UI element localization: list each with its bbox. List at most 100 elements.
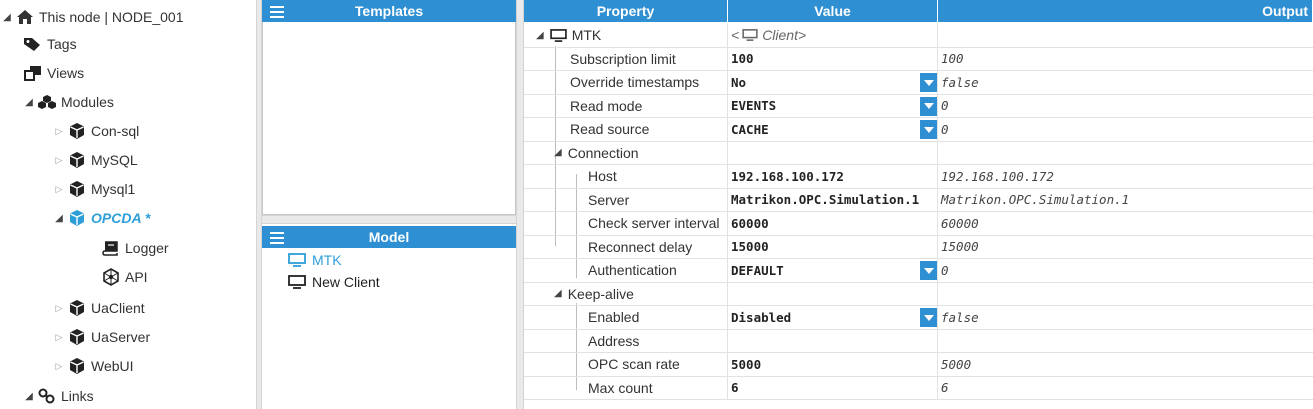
expand-arrow-icon[interactable]: ▷ — [52, 332, 66, 343]
grid-row-group[interactable]: ◢ Connection — [524, 141, 1313, 165]
grid-row[interactable]: Reconnect delay 15000 15000 — [524, 235, 1313, 259]
api-icon — [100, 268, 122, 286]
tree-item-label: Modules — [61, 94, 114, 110]
monitor-icon — [288, 275, 306, 289]
views-icon — [22, 64, 44, 82]
collapse-arrow-icon[interactable]: ◢ — [22, 391, 36, 402]
collapse-arrow-icon[interactable]: ◢ — [22, 97, 36, 108]
collapse-arrow-icon[interactable]: ◢ — [554, 288, 562, 299]
tree-item-tags[interactable]: Tags — [22, 32, 77, 56]
tree-item-module[interactable]: ▷ MySQL — [52, 148, 138, 172]
grid-row[interactable]: Override timestamps No false — [524, 71, 1313, 95]
grid-row-root[interactable]: ◢ MTK < Client > — [524, 24, 1313, 48]
cube-icon — [66, 328, 88, 346]
grid-row[interactable]: Subscription limit 100 100 — [524, 47, 1313, 71]
value-select[interactable]: CACHE — [728, 118, 938, 142]
value-input[interactable]: 15000 — [728, 235, 938, 259]
grid-row[interactable]: Server Matrikon.OPC.Simulation.1 Matriko… — [524, 188, 1313, 212]
menu-icon[interactable] — [270, 3, 284, 19]
collapse-arrow-icon[interactable]: ◢ — [554, 147, 562, 158]
output-value: 15000 — [938, 236, 1313, 259]
value-select[interactable]: DEFAULT — [728, 259, 938, 283]
value-input[interactable]: 60000 — [728, 212, 938, 236]
cube-icon — [66, 180, 88, 198]
dropdown-arrow-icon[interactable] — [920, 261, 937, 280]
value-input[interactable]: 5000 — [728, 353, 938, 377]
tree-item-links[interactable]: ◢ Links — [22, 384, 94, 408]
grid-row[interactable]: Enabled Disabled false — [524, 306, 1313, 330]
tree-item-module[interactable]: ▷ Mysql1 — [52, 177, 135, 201]
property-label: OPC scan rate — [524, 353, 728, 377]
group-label: Connection — [567, 144, 639, 161]
tree-item-api[interactable]: API — [100, 265, 148, 289]
tree-item-label: API — [125, 269, 148, 285]
model-item-new-client[interactable]: New Client — [288, 272, 380, 292]
dropdown-arrow-icon[interactable] — [920, 120, 937, 139]
right-splitter[interactable] — [516, 0, 524, 409]
grid-row[interactable]: Read source CACHE 0 — [524, 118, 1313, 142]
middle-splitter[interactable] — [262, 215, 516, 224]
dropdown-arrow-icon[interactable] — [920, 96, 937, 116]
property-column-header[interactable]: Property — [524, 0, 728, 22]
expand-arrow-icon[interactable]: ▷ — [52, 155, 66, 166]
grid-row[interactable]: Authentication DEFAULT 0 — [524, 259, 1313, 283]
expand-arrow-icon[interactable]: ▷ — [52, 184, 66, 195]
value-cell — [728, 282, 938, 306]
select-value: No — [731, 74, 747, 90]
tree-item-label: UaServer — [91, 329, 151, 345]
tree-item-module[interactable]: ▷ UaClient — [52, 296, 145, 320]
dropdown-arrow-icon[interactable] — [920, 73, 937, 92]
property-label: Reconnect delay — [524, 235, 728, 259]
menu-icon[interactable] — [270, 229, 284, 245]
value-select[interactable]: No — [728, 71, 938, 95]
value-input[interactable] — [728, 329, 938, 353]
value-input[interactable]: Matrikon.OPC.Simulation.1 — [728, 188, 938, 212]
collapse-arrow-icon[interactable]: ◢ — [52, 213, 66, 224]
collapse-arrow-icon[interactable]: ◢ — [536, 30, 544, 41]
tree-item-logger[interactable]: Logger — [100, 236, 169, 260]
value-select[interactable]: EVENTS — [728, 94, 938, 118]
tree-item-label: UaClient — [91, 300, 145, 316]
value-input[interactable]: 100 — [728, 47, 938, 71]
tree-item-module-opcda[interactable]: ◢ OPCDA * — [52, 206, 150, 230]
grid-row[interactable]: Check server interval 60000 60000 — [524, 212, 1313, 236]
expand-arrow-icon[interactable]: ▷ — [52, 303, 66, 314]
expand-arrow-icon[interactable]: ▷ — [52, 126, 66, 137]
property-label: Host — [524, 165, 728, 189]
tree-root-label: This node | NODE_001 — [39, 9, 184, 25]
output-value: 0 — [938, 118, 1313, 142]
value-column-header[interactable]: Value — [728, 0, 938, 22]
value-select[interactable]: Disabled — [728, 306, 938, 330]
collapse-arrow-icon[interactable]: ◢ — [0, 12, 14, 23]
tree-item-views[interactable]: Views — [22, 61, 84, 85]
value-cell — [728, 141, 938, 165]
tree-item-module[interactable]: ▷ UaServer — [52, 325, 150, 349]
cube-icon — [66, 357, 88, 375]
output-value: 0 — [938, 259, 1313, 283]
value-input[interactable]: 192.168.100.172 — [728, 165, 938, 189]
tree-item-module[interactable]: ▷ Con-sql — [52, 119, 139, 143]
property-label: Read source — [524, 118, 728, 142]
property-label: Enabled — [524, 306, 728, 330]
value-input[interactable]: 6 — [728, 376, 938, 400]
dropdown-arrow-icon[interactable] — [920, 308, 937, 327]
tree-item-module[interactable]: ▷ WebUI — [52, 354, 134, 378]
model-item-mtk[interactable]: MTK — [288, 250, 342, 270]
grid-row[interactable]: Read mode EVENTS 0 — [524, 94, 1313, 118]
output-column-header[interactable]: Output — [938, 0, 1313, 22]
grid-row[interactable]: Address — [524, 329, 1313, 353]
tree-root-node[interactable]: ◢ This node | NODE_001 — [0, 5, 184, 29]
link-icon — [36, 387, 58, 405]
monitor-icon — [288, 253, 306, 267]
output-value: 6 — [938, 377, 1313, 400]
tree-item-modules[interactable]: ◢ Modules — [22, 90, 114, 114]
grid-row[interactable]: OPC scan rate 5000 5000 — [524, 353, 1313, 377]
grid-row[interactable]: Max count 6 6 — [524, 376, 1313, 400]
expand-arrow-icon[interactable]: ▷ — [52, 361, 66, 372]
property-label: Authentication — [524, 259, 728, 283]
templates-panel-header: Templates — [262, 0, 516, 22]
tree-item-label: OPCDA * — [91, 210, 151, 226]
output-value: 5000 — [938, 353, 1313, 377]
grid-row-group[interactable]: ◢ Keep-alive — [524, 282, 1313, 306]
grid-row[interactable]: Host 192.168.100.172 192.168.100.172 — [524, 165, 1313, 189]
